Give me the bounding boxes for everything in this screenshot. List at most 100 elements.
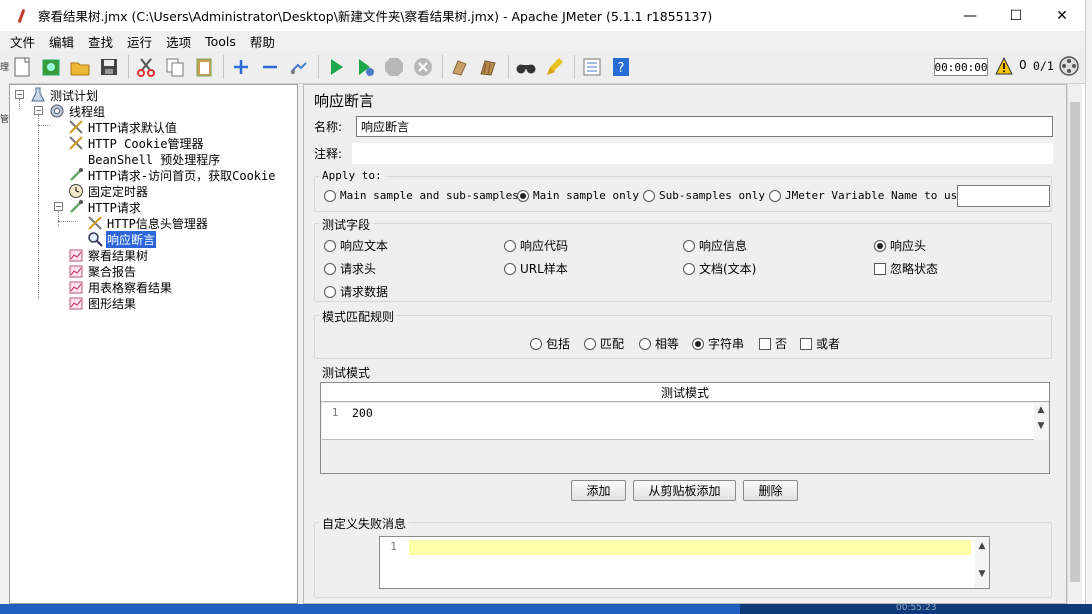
scroll-up-icon[interactable]: ▲ — [1034, 405, 1048, 415]
tree-item-constant-timer[interactable]: 固定定时器 — [68, 183, 149, 199]
apply-sub-only-radio[interactable]: Sub-samples only — [643, 189, 765, 202]
reset-search-icon[interactable] — [543, 55, 567, 79]
rule-or-checkbox[interactable]: 或者 — [800, 335, 840, 352]
failure-message-editor[interactable]: 1 ▲ ▼ — [379, 536, 990, 589]
shutdown-icon[interactable] — [411, 55, 435, 79]
tree-item-http-request[interactable]: HTTP请求 — [68, 199, 142, 215]
field-document-radio[interactable]: 文档(文本) — [683, 260, 756, 277]
function-helper-icon[interactable] — [580, 55, 604, 79]
start-no-pause-icon[interactable] — [353, 55, 377, 79]
pattern-editor[interactable]: 1 200 ▲ ▼ — [322, 403, 1048, 440]
tree-item-view-results-tree[interactable]: 察看结果树 — [68, 247, 149, 263]
search-icon[interactable] — [514, 55, 538, 79]
jmeter-variable-input[interactable] — [957, 185, 1050, 207]
failure-editor-scrollbar[interactable]: ▲ ▼ — [975, 537, 989, 588]
menu-search[interactable]: 查找 — [86, 32, 115, 51]
pattern-editor-scrollbar[interactable]: ▲ ▼ — [1034, 403, 1048, 440]
menu-options[interactable]: 选项 — [164, 32, 193, 51]
help-icon[interactable]: ? — [609, 55, 633, 79]
templates-icon[interactable] — [39, 55, 63, 79]
test-field-group: 测试字段 响应文本 响应代码 响应信息 响应头 请求头 URL样本 文档(文本)… — [314, 216, 1052, 302]
name-row: 名称: 响应断言 — [314, 116, 1053, 137]
scroll-down-icon[interactable]: ▼ — [1034, 421, 1048, 431]
tree-collapse-toggle[interactable]: − — [34, 106, 43, 115]
tree-item-test-plan[interactable]: 测试计划 — [30, 87, 99, 103]
copy-icon[interactable] — [163, 55, 187, 79]
menu-file[interactable]: 文件 — [8, 32, 37, 51]
tree-item-header-manager[interactable]: HTTP信息头管理器 — [87, 215, 209, 231]
tree-item-label: 图形结果 — [88, 296, 137, 311]
background-window-edge: 理 管 — [0, 60, 9, 614]
scroll-up-icon[interactable]: ▲ — [975, 541, 989, 551]
clear-all-icon[interactable] — [477, 55, 501, 79]
test-plan-tree[interactable]: − 测试计划 − 线程组 HTTP请求默认值 HTTP Cookie管理器 Be… — [9, 84, 298, 604]
tree-item-thread-group[interactable]: 线程组 — [49, 103, 106, 119]
tree-item-label: HTTP请求默认值 — [88, 120, 177, 135]
radio-indicator — [324, 262, 336, 275]
clear-icon[interactable] — [448, 55, 472, 79]
scrollbar-thumb[interactable] — [1070, 102, 1080, 582]
rule-contains-radio[interactable]: 包括 — [530, 335, 570, 352]
tree-collapse-toggle[interactable]: − — [15, 90, 24, 99]
apply-main-and-sub-radio[interactable]: Main sample and sub-samples — [324, 189, 519, 202]
name-input[interactable]: 响应断言 — [356, 116, 1053, 137]
maximize-button[interactable]: ☐ — [993, 0, 1039, 31]
add-from-clipboard-button[interactable]: 从剪贴板添加 — [633, 480, 736, 501]
field-response-code-radio[interactable]: 响应代码 — [504, 237, 568, 254]
toolbar-separator — [318, 55, 319, 79]
close-button[interactable]: ✕ — [1039, 0, 1085, 31]
field-request-headers-radio[interactable]: 请求头 — [324, 260, 376, 277]
toolbar-separator — [508, 55, 509, 79]
rule-matches-radio[interactable]: 匹配 — [584, 335, 624, 352]
menu-run[interactable]: 运行 — [125, 32, 154, 51]
tree-collapse-toggle[interactable]: − — [54, 202, 63, 211]
field-response-text-radio[interactable]: 响应文本 — [324, 237, 388, 254]
tree-item-aggregate-report[interactable]: 聚合报告 — [68, 263, 137, 279]
minimize-button[interactable]: — — [947, 0, 993, 31]
tree-item-cookie-manager[interactable]: HTTP Cookie管理器 — [68, 135, 204, 151]
taskbar-time: 00:55:23 — [896, 603, 937, 613]
remote-status-icon[interactable] — [1058, 55, 1080, 77]
field-response-headers-radio[interactable]: 响应头 — [874, 237, 926, 254]
new-icon[interactable] — [10, 55, 34, 79]
field-request-data-radio[interactable]: 请求数据 — [324, 283, 388, 300]
menu-edit[interactable]: 编辑 — [47, 32, 76, 51]
tree-item-graph-results[interactable]: 图形结果 — [68, 295, 137, 311]
radio-indicator — [324, 239, 336, 252]
save-icon[interactable] — [97, 55, 121, 79]
tree-item-beanshell-preprocessor[interactable]: BeanShell 预处理程序 — [87, 151, 221, 167]
apply-jmeter-variable-radio[interactable]: JMeter Variable Name to use — [769, 189, 964, 202]
cut-icon[interactable] — [134, 55, 158, 79]
rule-equals-radio[interactable]: 相等 — [639, 335, 679, 352]
rule-substring-radio[interactable]: 字符串 — [692, 335, 744, 352]
tree-item-response-assertion[interactable]: 响应断言 — [87, 230, 157, 248]
expand-icon[interactable] — [229, 55, 253, 79]
delete-button[interactable]: 删除 — [743, 480, 798, 501]
tree-item-http-defaults[interactable]: HTTP请求默认值 — [68, 119, 178, 135]
stop-icon[interactable] — [382, 55, 406, 79]
open-icon[interactable] — [68, 55, 92, 79]
field-url-sampled-radio[interactable]: URL样本 — [504, 260, 568, 277]
apply-main-only-radio[interactable]: Main sample only — [517, 189, 639, 202]
start-icon[interactable] — [324, 55, 348, 79]
tree-item-view-results-table[interactable]: 用表格察看结果 — [68, 279, 173, 295]
field-response-message-radio[interactable]: 响应信息 — [683, 237, 747, 254]
add-button[interactable]: 添加 — [571, 480, 626, 501]
elapsed-timer: 00:00:00 — [934, 58, 988, 76]
tree-item-http-request-home[interactable]: HTTP请求-访问首页，获取Cookie — [68, 167, 276, 183]
menu-help[interactable]: 帮助 — [248, 32, 277, 51]
ignore-status-checkbox[interactable]: 忽略状态 — [874, 260, 938, 277]
scroll-down-icon[interactable]: ▼ — [975, 569, 989, 579]
radio-indicator — [692, 337, 704, 350]
collapse-icon[interactable] — [258, 55, 282, 79]
pipette-icon — [68, 199, 84, 215]
toggle-icon[interactable] — [287, 55, 311, 79]
menu-tools[interactable]: Tools — [203, 34, 238, 49]
checkbox-indicator — [874, 262, 886, 275]
paste-icon[interactable] — [192, 55, 216, 79]
warning-icon[interactable] — [995, 56, 1013, 75]
comment-row: 注释: — [314, 143, 1053, 164]
comment-input[interactable] — [352, 143, 1053, 164]
content-scrollbar[interactable] — [1067, 84, 1082, 604]
rule-not-checkbox[interactable]: 否 — [759, 335, 787, 352]
